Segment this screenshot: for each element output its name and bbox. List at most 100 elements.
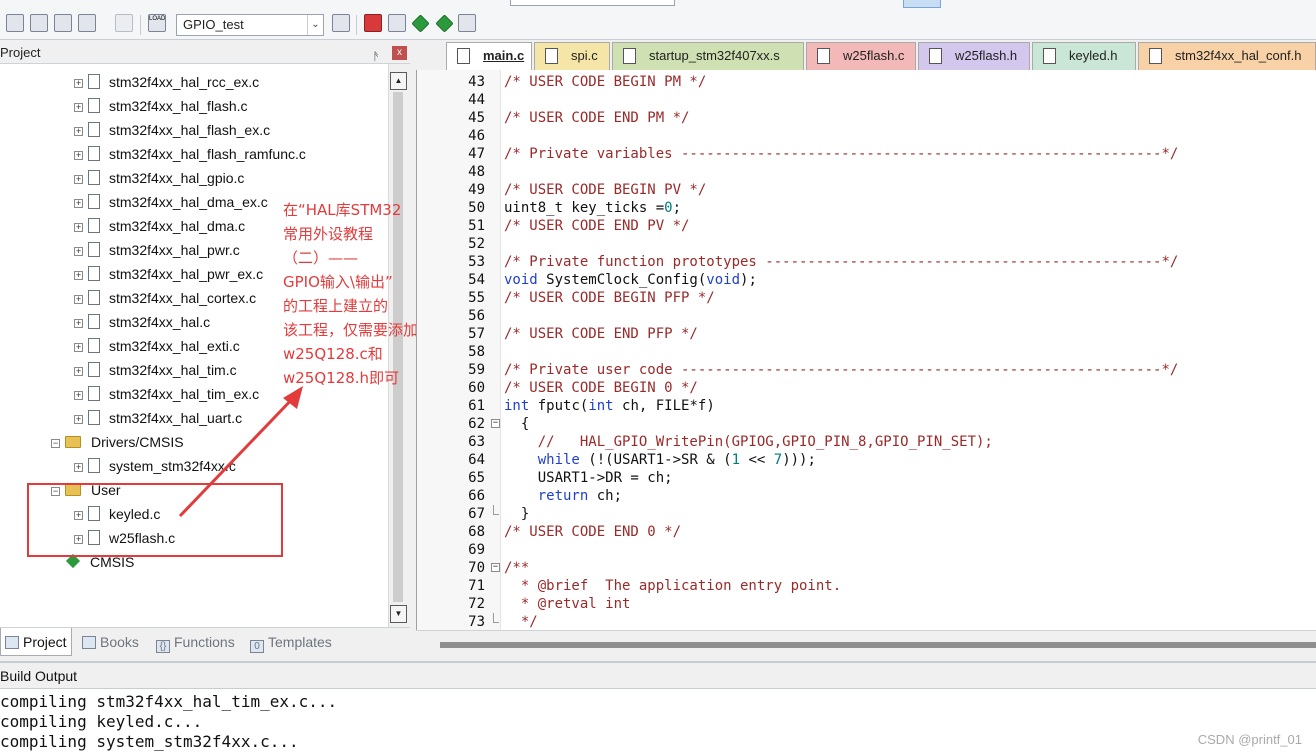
file-extensions-icon[interactable] — [388, 14, 406, 32]
expand-icon[interactable]: + — [74, 414, 83, 424]
code-line[interactable]: 73 */ — [417, 613, 1316, 630]
panel-tab-functions[interactable]: {} Functions — [152, 628, 240, 656]
code-line[interactable]: 51 /* USER CODE END PV */ — [417, 217, 1316, 235]
translate-icon[interactable] — [30, 14, 48, 32]
select-packs-icon[interactable] — [435, 14, 454, 33]
code-line[interactable]: 62− { — [417, 415, 1316, 433]
scroll-up-arrow-icon[interactable]: ▲ — [390, 72, 407, 90]
code-line[interactable]: 44 — [417, 91, 1316, 109]
collapse-icon[interactable]: − — [51, 438, 60, 448]
panel-tab-templates[interactable]: 0 Templates — [246, 628, 342, 656]
code-line[interactable]: 69 — [417, 541, 1316, 559]
code-line[interactable]: 43 /* USER CODE BEGIN PM */ — [417, 73, 1316, 91]
code-line[interactable]: 65 USART1->DR = ch; — [417, 469, 1316, 487]
tree-item[interactable]: + stm32f4xx_hal_dma_ex.c — [74, 190, 268, 214]
editor-tab[interactable]: stm32f4xx_hal_conf.h — [1138, 42, 1316, 70]
code-line[interactable]: 71 * @brief The application entry point. — [417, 577, 1316, 595]
code-line[interactable]: 59 /* Private user code -----------------… — [417, 361, 1316, 379]
tree-item[interactable]: + stm32f4xx_hal_tim_ex.c — [74, 382, 259, 406]
code-line[interactable]: 47 /* Private variables -----------------… — [417, 145, 1316, 163]
fold-collapse-icon[interactable]: − — [491, 419, 500, 428]
tree-item[interactable]: + stm32f4xx_hal_uart.c — [74, 406, 242, 430]
code-line[interactable]: 58 — [417, 343, 1316, 361]
expand-icon[interactable]: + — [74, 150, 83, 160]
code-line[interactable]: 56 — [417, 307, 1316, 325]
code-line[interactable]: 49 /* USER CODE BEGIN PV */ — [417, 181, 1316, 199]
tree-item[interactable]: + stm32f4xx_hal_dma.c — [74, 214, 245, 238]
code-line[interactable]: 63 // HAL_GPIO_WritePin(GPIOG,GPIO_PIN_8… — [417, 433, 1316, 451]
expand-icon[interactable]: + — [74, 294, 83, 304]
tree-item[interactable]: − Drivers/CMSIS — [51, 430, 184, 454]
target-select[interactable]: GPIO_test ⌄ — [176, 14, 324, 36]
code-line[interactable]: 72 * @retval int — [417, 595, 1316, 613]
expand-icon[interactable]: + — [74, 102, 83, 112]
editor-hscrollbar[interactable] — [416, 630, 1316, 657]
stop-build-icon[interactable] — [115, 14, 133, 32]
code-line[interactable]: 64 while (!(USART1->SR & (1 << 7))); — [417, 451, 1316, 469]
expand-icon[interactable]: + — [74, 366, 83, 376]
find-input[interactable] — [510, 0, 675, 6]
editor-tab[interactable]: w25flash.h — [918, 42, 1030, 70]
build-icon[interactable] — [54, 14, 72, 32]
expand-icon[interactable]: + — [74, 270, 83, 280]
code-line[interactable]: 46 — [417, 127, 1316, 145]
scroll-down-arrow-icon[interactable]: ▼ — [390, 605, 407, 623]
code-line[interactable]: 54 void SystemClock_Config(void); — [417, 271, 1316, 289]
pack-installer-icon[interactable] — [411, 14, 430, 33]
batch-build-icon[interactable] — [78, 14, 96, 32]
new-file-icon[interactable] — [6, 14, 24, 32]
chevron-down-icon[interactable]: ⌄ — [307, 15, 323, 35]
expand-icon[interactable]: + — [74, 78, 83, 88]
expand-icon[interactable]: + — [74, 246, 83, 256]
hscroll-thumb[interactable] — [440, 642, 1316, 648]
code-line[interactable]: 66 return ch; — [417, 487, 1316, 505]
panel-tab-project[interactable]: Project — [0, 628, 72, 656]
code-line[interactable]: 67 } — [417, 505, 1316, 523]
expand-icon[interactable]: + — [74, 198, 83, 208]
tree-item[interactable]: + stm32f4xx_hal_pwr_ex.c — [74, 262, 263, 286]
editor-tab[interactable]: main.c — [446, 42, 532, 70]
expand-icon[interactable]: + — [74, 462, 83, 472]
code-line[interactable]: 52 — [417, 235, 1316, 253]
fold-collapse-icon[interactable]: − — [491, 563, 500, 572]
expand-icon[interactable]: + — [74, 318, 83, 328]
code-line[interactable]: 70−/** — [417, 559, 1316, 577]
tree-item[interactable]: + stm32f4xx_hal_rcc_ex.c — [74, 70, 259, 94]
tree-item[interactable]: + stm32f4xx_hal_pwr.c — [74, 238, 240, 262]
tree-item[interactable]: + stm32f4xx_hal_cortex.c — [74, 286, 256, 310]
tree-item[interactable]: + stm32f4xx_hal_exti.c — [74, 334, 240, 358]
close-icon[interactable]: x — [392, 46, 407, 60]
editor-tab[interactable]: spi.c — [534, 42, 610, 70]
tree-item[interactable]: + stm32f4xx_hal_flash_ex.c — [74, 118, 270, 142]
code-line[interactable]: 57 /* USER CODE END PFP */ — [417, 325, 1316, 343]
tree-item[interactable]: + stm32f4xx_hal_flash_ramfunc.c — [74, 142, 306, 166]
code-editor[interactable]: 43 /* USER CODE BEGIN PM */ 44 45 /* USER CO… — [416, 70, 1316, 630]
expand-icon[interactable]: + — [74, 342, 83, 352]
active-toggle-button[interactable] — [903, 0, 941, 8]
code-line[interactable]: 55 /* USER CODE BEGIN PFP */ — [417, 289, 1316, 307]
code-line[interactable]: 45 /* USER CODE END PM */ — [417, 109, 1316, 127]
code-line[interactable]: 53 /* Private function prototypes -------… — [417, 253, 1316, 271]
code-line[interactable]: 48 — [417, 163, 1316, 181]
download-icon[interactable]: LOAD — [148, 14, 166, 32]
expand-icon[interactable]: + — [74, 126, 83, 136]
tree-item[interactable]: + stm32f4xx_hal_flash.c — [74, 94, 248, 118]
code-line[interactable]: 68 /* USER CODE END 0 */ — [417, 523, 1316, 541]
expand-icon[interactable]: + — [74, 222, 83, 232]
tree-item[interactable]: + system_stm32f4xx.c — [74, 454, 236, 478]
expand-icon[interactable]: + — [74, 390, 83, 400]
tree-item[interactable]: + stm32f4xx_hal.c — [74, 310, 210, 334]
code-line[interactable]: 60 /* USER CODE BEGIN 0 */ — [417, 379, 1316, 397]
tree-item[interactable]: + stm32f4xx_hal_gpio.c — [74, 166, 244, 190]
expand-icon[interactable]: + — [74, 174, 83, 184]
editor-tab[interactable]: w25flash.c — [806, 42, 916, 70]
code-line[interactable]: 61 int fputc(int ch, FILE*f) — [417, 397, 1316, 415]
target-options-icon[interactable] — [332, 14, 350, 32]
runtime-environment-icon[interactable] — [458, 14, 476, 32]
editor-tab[interactable]: startup_stm32f407xx.s — [612, 42, 804, 70]
panel-tab-books[interactable]: Books — [78, 628, 146, 656]
tree-item[interactable]: + stm32f4xx_hal_tim.c — [74, 358, 237, 382]
editor-tab[interactable]: keyled.h — [1032, 42, 1136, 70]
code-line[interactable]: 50 uint8_t key_ticks =0; — [417, 199, 1316, 217]
manage-components-icon[interactable] — [364, 14, 382, 32]
